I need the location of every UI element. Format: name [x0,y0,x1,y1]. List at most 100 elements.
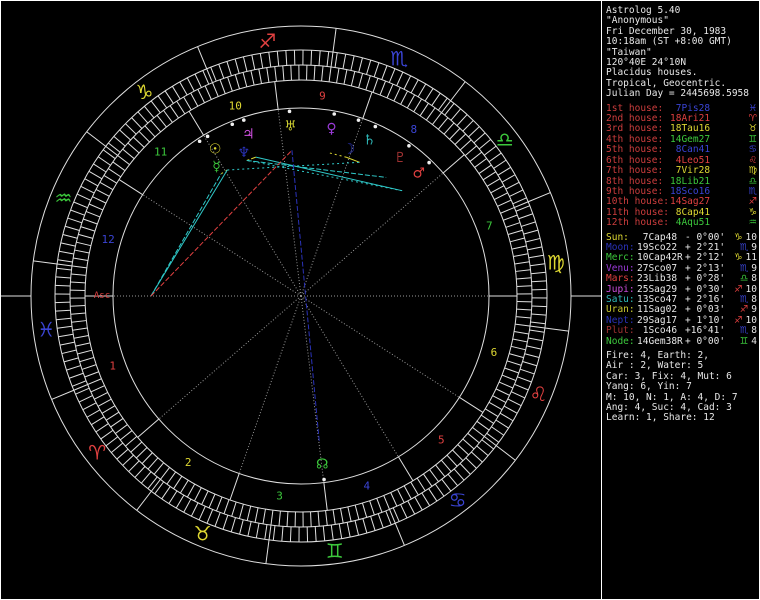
planet-glyph-pluto: ♇ [394,150,407,166]
planet-dot-mercury [197,139,202,144]
house-cusp-spokes [113,109,489,483]
planet-glyph-neptune: ♆ [238,145,251,161]
planet-sign-glyph: ♏ [739,325,752,337]
planet-sign-glyph: ♑ [734,252,746,264]
planet-sign-glyph: ♏ [739,293,752,305]
planet-glyph-uranus: ♅ [284,118,297,134]
house-cusp-line-10 [274,81,279,110]
sign-divider-9 [197,46,208,69]
planet-house-number: 4 [751,335,757,347]
planet-row: Node: 14Gem38R + 0°00' ♊ 4 [606,335,757,347]
planet-label: Mars: [606,273,635,285]
planet-dot-saturn [373,124,378,129]
house-label: 12th house: [606,217,669,229]
planet-sign-glyph: ♊ [739,335,752,347]
chart-info-header: Astrolog 5.40 "Anonymous" Fri December 30,… [606,5,757,100]
sign-glyph-pisces: ♓ [37,318,55,342]
house-number-9: 9 [319,90,326,103]
sign-divider-11 [33,260,58,265]
planet-house-number: 8 [751,293,757,305]
planet-house-number: 9 [751,304,757,316]
planet-house-number: 11 [745,252,757,264]
house-cusp-spoke-2 [158,295,302,420]
house-number-10: 10 [229,100,242,113]
planet-sign-glyph: ♎ [739,273,752,285]
planet-dot-sun [205,134,210,139]
natal-wheel-svg: ♈♉♊♋♌♍♎♏♐♑♒♓123456789101112☊♂♇♄☽♀♅♃♆☉☿As… [1,25,601,567]
planet-glyph-node: ☊ [316,457,328,473]
house-number-11: 11 [154,146,167,159]
house-sign-glyph: ♍ [748,165,757,177]
sign-glyph-capricorn: ♑ [135,80,153,104]
aspect-sextile-Mars-Jupiter [255,156,403,192]
planet-dot-pluto [407,143,411,148]
sign-divider-10 [86,131,107,147]
planet-glyph-sun: ☉ [209,141,222,157]
planet-position-list: Sun: 7Cap48- 0°00' ♑ 10 Moon: 19Sco22 + 2°21… [606,231,757,347]
house-cusp-spoke-5 [300,295,399,458]
planet-glyph-jupiter: ♃ [242,126,255,142]
house-cusp-value: 4Aqu51 [670,217,711,229]
planet-tail: ♊ 4 [727,335,757,347]
planet-position: 23Lib38 [637,273,678,285]
planet-sign-glyph: ♐ [734,283,746,295]
planet-dot-moon [356,118,361,122]
sign-divider-5 [544,327,569,332]
house-cusp-spoke-10 [277,109,302,297]
chart-statistics: Fire: 4, Earth: 2, Air : 2, Water: 5 Car: … [606,350,757,424]
sign-divider-0 [51,389,74,400]
sign-divider-4 [495,445,516,461]
house-cusp-spoke-6 [300,295,460,398]
planet-glyph-mars: ♂ [412,165,425,181]
planet-glyph-venus: ♀ [326,121,336,137]
sign-divider-6 [528,192,551,203]
planet-house-number: 8 [751,273,757,285]
planet-label: Node: [606,335,635,347]
planet-house-number: 10 [745,231,757,243]
planet-sign-glyph: ♐ [734,314,746,326]
planet-house-number: 10 [745,314,757,326]
sign-divider-1 [136,490,152,511]
planet-dot-uranus [287,109,292,114]
house-cusp-spoke-3 [238,295,302,474]
planet-dot-node [322,477,326,482]
sign-glyph-virgo: ♍ [547,250,565,274]
house-cusp-line-8 [442,154,465,174]
planet-dot-venus [332,112,337,116]
house-sign-glyph: ♒ [748,217,757,229]
planet-dot-neptune [230,122,235,127]
planet-dot-mars [427,160,431,165]
planet-dot-jupiter [242,118,246,122]
info-sidebar: Astrolog 5.40 "Anonymous" Fri December 30,… [601,1,759,599]
planet-glyph-mercury: ☿ [212,159,221,175]
house-cusp-row: 7th house: 7Vir28 ♍ [606,165,757,177]
aspect-sextile-Asc-Sun [150,169,228,297]
aspect-square-Asc-Uranus [150,149,293,297]
planet-sign-glyph: ♏ [739,241,752,253]
house-number-1: 1 [109,360,116,373]
house-number-8: 8 [411,123,418,136]
house-cusp-spoke-12 [142,194,302,297]
house-number-12: 12 [101,233,114,246]
house-number-2: 2 [185,456,192,469]
planet-sign-glyph: ♏ [739,262,752,274]
planet-latitude: + 0°28' [685,273,726,285]
house-cusp-line-5 [397,456,414,481]
house-number-7: 7 [486,219,493,232]
house-label: 7th house: [606,165,664,177]
house-cusp-value: 7Vir28 [670,165,711,177]
house-cusp-line-12 [118,179,143,196]
house-cusp-line-9 [362,91,373,119]
planet-house-number: 9 [751,262,757,274]
sign-glyph-libra: ♎ [496,127,514,151]
sign-divider-8 [332,28,337,53]
sign-glyph-scorpio: ♏ [390,47,408,71]
sign-glyph-leo: ♌ [530,382,548,406]
house-cusp-line-6 [459,396,484,413]
sign-divider-2 [265,539,270,564]
planet-glyphs: ☊ ♂ ♇ ♄ ☽ ♀ ♅ ♃ ♆ ☉ ☿ [197,109,431,482]
stat-line-6: Learn: 1, Share: 12 [606,412,715,424]
planet-house-number: 8 [751,325,757,337]
house-cusp-line-2 [137,418,160,438]
astrolog-window: ♈ ♉ ♊ ♋ ♌ ♍ ♎ ♏ ♐ ♑ ♒ ♓ 1 2 3 4 5 6 7 8 9 10 11 12 ☊ ♂ ♇ ♄ ☽ ♀ ♅ ♃ ♆ ☉ ☿ As… [0,0,760,600]
